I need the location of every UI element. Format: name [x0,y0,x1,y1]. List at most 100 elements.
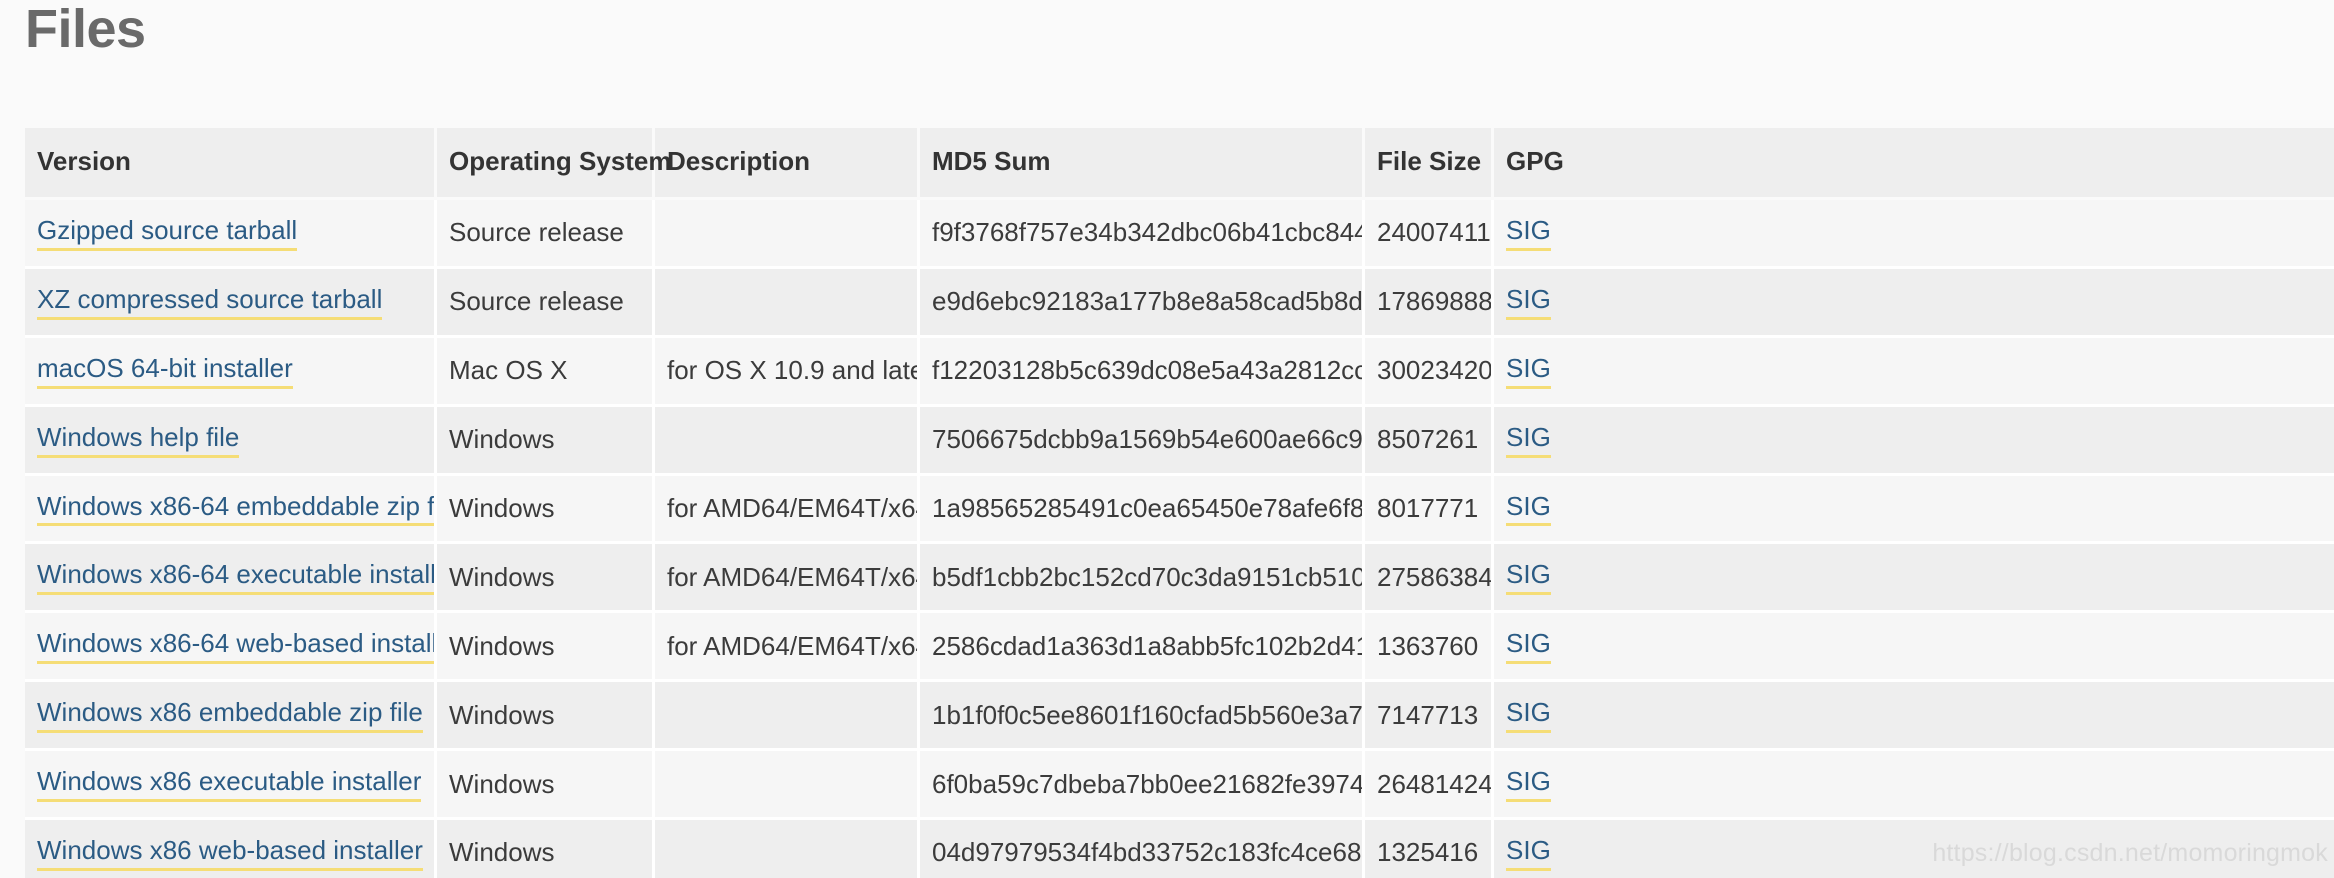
cell-file-size: 26481424 [1365,751,1494,821]
cell-operating-system: Windows [437,544,655,614]
cell-gpg: SIG [1494,475,2334,545]
cell-operating-system: Windows [437,475,655,545]
cell-md5-sum: e9d6ebc92183a177b8e8a58cad5b8d67 [920,268,1365,338]
cell-description [655,682,920,752]
table-header: Version Operating System Description MD5… [25,128,2334,200]
gpg-signature-link[interactable]: SIG [1506,835,1551,871]
gpg-signature-link[interactable]: SIG [1506,766,1551,803]
cell-md5-sum: 04d97979534f4bd33752c183fc4ce680 [920,820,1365,878]
cell-md5-sum: f12203128b5c639dc08e5a43a2812cc7 [920,337,1365,407]
cell-gpg: SIG [1494,268,2334,338]
cell-gpg: SIG [1494,406,2334,476]
table-header-row: Version Operating System Description MD5… [25,128,2334,200]
cell-version: XZ compressed source tarball [25,268,437,338]
cell-gpg: SIG [1494,613,2334,683]
download-link[interactable]: Windows help file [37,422,240,458]
cell-version: macOS 64-bit installer [25,337,437,407]
cell-gpg: SIG [1494,820,2334,878]
cell-file-size: 17869888 [1365,268,1494,338]
gpg-signature-link[interactable]: SIG [1506,491,1551,527]
cell-operating-system: Windows [437,406,655,476]
cell-description [655,751,920,821]
download-link[interactable]: Windows x86 executable installer [37,766,422,803]
download-link[interactable]: Gzipped source tarball [37,215,298,251]
download-link[interactable]: Windows x86 web-based installer [37,835,423,871]
table-row: Gzipped source tarball Source release f9f3… [25,200,2334,269]
cell-operating-system: Source release [437,200,655,269]
cell-operating-system: Windows [437,682,655,752]
table-row: Windows x86 embeddable zip file Windows 1b… [25,682,2334,752]
cell-version: Gzipped source tarball [25,200,437,269]
gpg-signature-link[interactable]: SIG [1506,422,1551,458]
cell-description: for OS X 10.9 and later [655,337,920,407]
cell-file-size: 8507261 [1365,406,1494,476]
cell-version: Windows x86-64 executable installer [25,544,437,614]
download-link[interactable]: macOS 64-bit installer [37,353,293,389]
table-row: XZ compressed source tarball Source relea… [25,268,2334,338]
download-link[interactable]: Windows x86 embeddable zip file [37,697,423,734]
gpg-signature-link[interactable]: SIG [1506,215,1551,251]
cell-md5-sum: 2586cdad1a363d1a8abb5fc102b2d418 [920,613,1365,683]
table-row: Windows x86-64 web-based installer Window… [25,613,2334,683]
cell-md5-sum: 1b1f0f0c5ee8601f160cfad5b560e3a7 [920,682,1365,752]
cell-description [655,200,920,269]
cell-operating-system: Windows [437,751,655,821]
cell-version: Windows x86-64 web-based installer [25,613,437,683]
cell-file-size: 1325416 [1365,820,1494,878]
table-row: Windows x86 executable installer Windows 6… [25,751,2334,821]
column-header-md5: MD5 Sum [920,128,1365,200]
table-row: Windows help file Windows 7506675dcbb9a156… [25,406,2334,476]
gpg-signature-link[interactable]: SIG [1506,697,1551,734]
cell-version: Windows x86 executable installer [25,751,437,821]
cell-version: Windows x86 embeddable zip file [25,682,437,752]
table-row: Windows x86-64 executable installer Windo… [25,544,2334,614]
cell-version: Windows x86-64 embeddable zip file [25,475,437,545]
cell-gpg: SIG [1494,544,2334,614]
cell-description [655,820,920,878]
gpg-signature-link[interactable]: SIG [1506,560,1551,596]
column-header-size: File Size [1365,128,1494,200]
table-row: macOS 64-bit installer Mac OS Xfor OS X 1… [25,337,2334,407]
table-row: Windows x86-64 embeddable zip file Window… [25,475,2334,545]
cell-file-size: 27586384 [1365,544,1494,614]
files-table-container: Version Operating System Description MD5… [25,128,2334,878]
cell-description: for AMD64/EM64T/x64 [655,613,920,683]
cell-md5-sum: b5df1cbb2bc152cd70c3da9151cb510b [920,544,1365,614]
download-link[interactable]: Windows x86-64 web-based installer [37,628,434,665]
files-page: Files Version Operating System Descripti… [0,0,2334,878]
gpg-signature-link[interactable]: SIG [1506,353,1551,389]
cell-operating-system: Windows [437,613,655,683]
column-header-version: Version [25,128,437,200]
page-title: Files [25,0,146,59]
cell-md5-sum: 7506675dcbb9a1569b54e600ae66c9fb [920,406,1365,476]
cell-description: for AMD64/EM64T/x64 [655,475,920,545]
cell-file-size: 8017771 [1365,475,1494,545]
cell-file-size: 7147713 [1365,682,1494,752]
cell-description [655,268,920,338]
cell-md5-sum: f9f3768f757e34b342dbc06b41cbc844 [920,200,1365,269]
cell-gpg: SIG [1494,751,2334,821]
download-link[interactable]: XZ compressed source tarball [37,284,383,320]
cell-description: for AMD64/EM64T/x64 [655,544,920,614]
column-header-gpg: GPG [1494,128,2334,200]
cell-gpg: SIG [1494,682,2334,752]
cell-version: Windows help file [25,406,437,476]
cell-md5-sum: 6f0ba59c7dbeba7bb0ee21682fe39748 [920,751,1365,821]
download-link[interactable]: Windows x86-64 executable installer [37,560,434,596]
cell-md5-sum: 1a98565285491c0ea65450e78afe6f8d [920,475,1365,545]
cell-operating-system: Source release [437,268,655,338]
cell-file-size: 24007411 [1365,200,1494,269]
column-header-os: Operating System [437,128,672,200]
cell-gpg: SIG [1494,337,2334,407]
cell-operating-system: Windows [437,820,655,878]
cell-version: Windows x86 web-based installer [25,820,437,878]
table-row: Windows x86 web-based installer Windows 04… [25,820,2334,878]
cell-file-size: 30023420 [1365,337,1494,407]
files-table: Version Operating System Description MD5… [25,128,2334,878]
download-link[interactable]: Windows x86-64 embeddable zip file [37,491,434,527]
cell-file-size: 1363760 [1365,613,1494,683]
cell-description [655,406,920,476]
gpg-signature-link[interactable]: SIG [1506,628,1551,665]
gpg-signature-link[interactable]: SIG [1506,284,1551,320]
cell-gpg: SIG [1494,200,2334,269]
